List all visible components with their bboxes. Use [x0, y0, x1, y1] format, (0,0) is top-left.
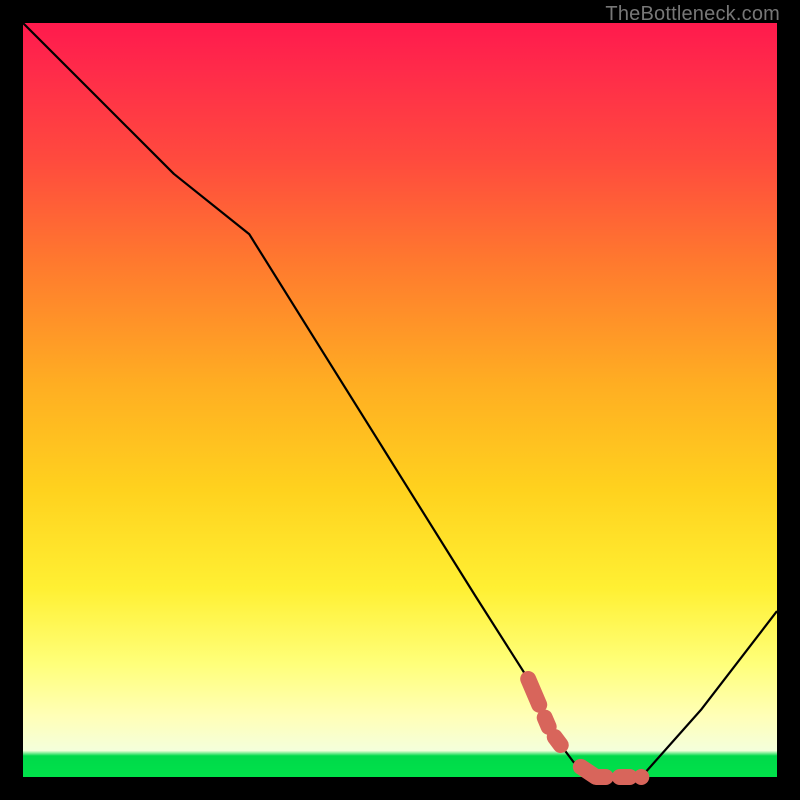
main-curve [23, 23, 777, 777]
chart-frame: TheBottleneck.com [0, 0, 800, 800]
trough-highlight [528, 679, 641, 777]
chart-overlay [23, 23, 777, 777]
trough-end-dot [633, 769, 649, 785]
